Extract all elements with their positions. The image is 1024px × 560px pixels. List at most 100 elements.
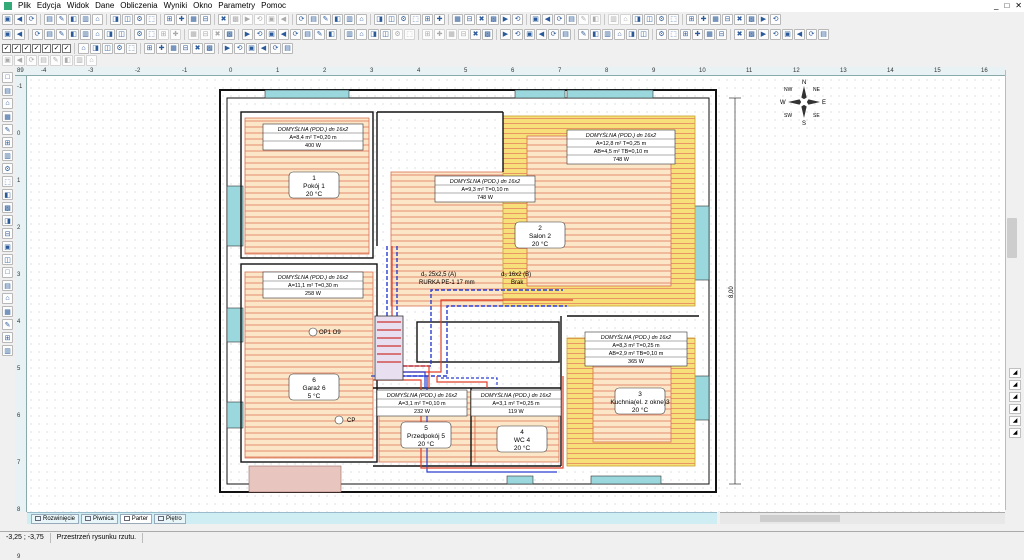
toolbar-button-icon[interactable]: ⊟	[464, 13, 475, 25]
toolbar-button-icon[interactable]: ▩	[204, 42, 215, 54]
toolbar-button-icon[interactable]: ⊟	[200, 28, 211, 40]
toolbar-button-icon[interactable]: ◀	[14, 28, 25, 40]
toolbar-button-icon[interactable]: ◀	[14, 54, 25, 66]
side-tool-icon[interactable]: ◢	[1009, 392, 1021, 402]
toolbar-button-icon[interactable]: ✎	[50, 54, 61, 66]
toolbar-button-icon[interactable]: ⟲	[512, 28, 523, 40]
layer-checkbox[interactable]: ✓	[12, 43, 21, 53]
toolbar-button-icon[interactable]: ◧	[590, 28, 601, 40]
toolbar-button-icon[interactable]: ◀	[542, 13, 553, 25]
drawing-canvas[interactable]: 8,00 N NE E SE S SW W NW d₀ 25x2,5 (A) R…	[27, 76, 1005, 512]
toolbar-button-icon[interactable]: ▣	[524, 28, 535, 40]
toolbar-button-icon[interactable]: ▦	[188, 28, 199, 40]
toolbar-button-icon[interactable]: ⌂	[92, 28, 103, 40]
menu-widok[interactable]: Widok	[67, 0, 89, 12]
toolbar-button-icon[interactable]: ◫	[386, 13, 397, 25]
toolbar-button-icon[interactable]: ▥	[80, 13, 91, 25]
side-tool-icon[interactable]: ▥	[2, 150, 13, 161]
toolbar-button-icon[interactable]: ✖	[734, 28, 745, 40]
layer-checkbox[interactable]: ✓	[2, 43, 11, 53]
toolbar-button-icon[interactable]: ✎	[314, 28, 325, 40]
menu-parametry[interactable]: Parametry	[218, 0, 255, 12]
toolbar-button-icon[interactable]: ◧	[590, 13, 601, 25]
side-tool-icon[interactable]: ▦	[2, 306, 13, 317]
toolbar-button-icon[interactable]: ⌂	[356, 13, 367, 25]
layer-checkbox[interactable]: ✓	[52, 43, 61, 53]
toolbar-button-icon[interactable]: ▦	[710, 13, 721, 25]
toolbar-button-icon[interactable]: ⚙	[656, 13, 667, 25]
toolbar-button-icon[interactable]: ◨	[626, 28, 637, 40]
toolbar-button-icon[interactable]: ▦	[168, 42, 179, 54]
menu-pomoc[interactable]: Pomoc	[261, 0, 286, 12]
toolbar-button-icon[interactable]: ⟳	[270, 42, 281, 54]
toolbar-button-icon[interactable]: ◧	[332, 13, 343, 25]
menu-dane[interactable]: Dane	[95, 0, 114, 12]
layer-checkbox[interactable]: ✓	[32, 43, 41, 53]
side-tool-icon[interactable]: ◫	[2, 254, 13, 265]
toolbar-button-icon[interactable]: ◀	[258, 42, 269, 54]
side-tool-icon[interactable]: ▣	[2, 241, 13, 252]
side-tool-icon[interactable]: ⊞	[2, 137, 13, 148]
toolbar-button-icon[interactable]: ⚙	[114, 42, 125, 54]
room-info-2[interactable]: DOMYŚLNA (POD.) dn 16x2 A=9,3 m² T=0,10 m…	[434, 175, 536, 203]
room-info-5[interactable]: DOMYŚLNA (POD.) dn 16x2 A=8,3 m² T=0,25 m…	[584, 331, 688, 367]
side-tool-icon[interactable]: ◢	[1009, 416, 1021, 426]
toolbar-button-icon[interactable]: ⊟	[180, 42, 191, 54]
toolbar-button-icon[interactable]: ✖	[476, 13, 487, 25]
toolbar-button-icon[interactable]: ⊞	[686, 13, 697, 25]
toolbar-button-icon[interactable]: ⌂	[78, 42, 89, 54]
toolbar-button-icon[interactable]: ▤	[566, 13, 577, 25]
side-tool-icon[interactable]: ◢	[1009, 428, 1021, 438]
side-tool-icon[interactable]: ▤	[2, 280, 13, 291]
toolbar-button-icon[interactable]: ⬚	[410, 13, 421, 25]
toolbar-button-icon[interactable]: ⚙	[134, 13, 145, 25]
toolbar-button-icon[interactable]: ⊞	[422, 13, 433, 25]
toolbar-button-icon[interactable]: ✎	[320, 13, 331, 25]
toolbar-button-icon[interactable]: ⟲	[234, 42, 245, 54]
toolbar-button-icon[interactable]: ◨	[632, 13, 643, 25]
toolbar-button-icon[interactable]: ⬚	[668, 28, 679, 40]
toolbar-button-icon[interactable]: ⟲	[770, 28, 781, 40]
toolbar-button-icon[interactable]: ◫	[638, 28, 649, 40]
toolbar-button-icon[interactable]: ✖	[470, 28, 481, 40]
toolbar-button-icon[interactable]: ✖	[734, 13, 745, 25]
toolbar-button-icon[interactable]: ◧	[326, 28, 337, 40]
toolbar-button-icon[interactable]: ◫	[122, 13, 133, 25]
toolbar-button-icon[interactable]: ▶	[242, 13, 253, 25]
toolbar-button-icon[interactable]: ▦	[452, 13, 463, 25]
toolbar-button-icon[interactable]: ▩	[224, 28, 235, 40]
side-tool-icon[interactable]: ▩	[2, 202, 13, 213]
toolbar-button-icon[interactable]: ▤	[560, 28, 571, 40]
toolbar-button-icon[interactable]: ◫	[380, 28, 391, 40]
toolbar-button-icon[interactable]: ✎	[578, 13, 589, 25]
toolbar-button-icon[interactable]: ▩	[230, 13, 241, 25]
side-tool-icon[interactable]: □	[2, 267, 13, 278]
toolbar-button-icon[interactable]: ◫	[102, 42, 113, 54]
toolbar-button-icon[interactable]: ▦	[188, 13, 199, 25]
side-tool-icon[interactable]: ◨	[2, 215, 13, 226]
toolbar-button-icon[interactable]: ▦	[704, 28, 715, 40]
room-tag-1[interactable]: 1Pokój 120 °C	[288, 171, 340, 199]
toolbar-button-icon[interactable]: ✚	[176, 13, 187, 25]
room-info-7[interactable]: DOMYŚLNA (POD.) dn 16x2 A=3,1 m² T=0,25 m…	[470, 389, 562, 417]
side-tool-icon[interactable]: ⌂	[2, 98, 13, 109]
toolbar-button-icon[interactable]: ✚	[434, 28, 445, 40]
toolbar-button-icon[interactable]: ▦	[446, 28, 457, 40]
toolbar-button-icon[interactable]: ▣	[266, 13, 277, 25]
toolbar-button-icon[interactable]: ▣	[2, 54, 13, 66]
toolbar-button-icon[interactable]: ▤	[308, 13, 319, 25]
toolbar-button-icon[interactable]: ✚	[698, 13, 709, 25]
tab-piwnica[interactable]: Piwnica	[81, 513, 118, 524]
toolbar-button-icon[interactable]: ▥	[80, 28, 91, 40]
toolbar-button-icon[interactable]: ▣	[266, 28, 277, 40]
menu-plik[interactable]: Plik	[18, 0, 31, 12]
toolbar-button-icon[interactable]: ⊟	[722, 13, 733, 25]
toolbar-button-icon[interactable]: ⊞	[158, 28, 169, 40]
toolbar-button-icon[interactable]: ▤	[302, 28, 313, 40]
side-tool-icon[interactable]: ✎	[2, 319, 13, 330]
side-tool-icon[interactable]: ⊟	[2, 228, 13, 239]
toolbar-button-icon[interactable]: ▶	[758, 28, 769, 40]
toolbar-button-icon[interactable]: ▣	[2, 28, 13, 40]
toolbar-button-icon[interactable]: ▣	[530, 13, 541, 25]
toolbar-button-icon[interactable]: ⚙	[398, 13, 409, 25]
